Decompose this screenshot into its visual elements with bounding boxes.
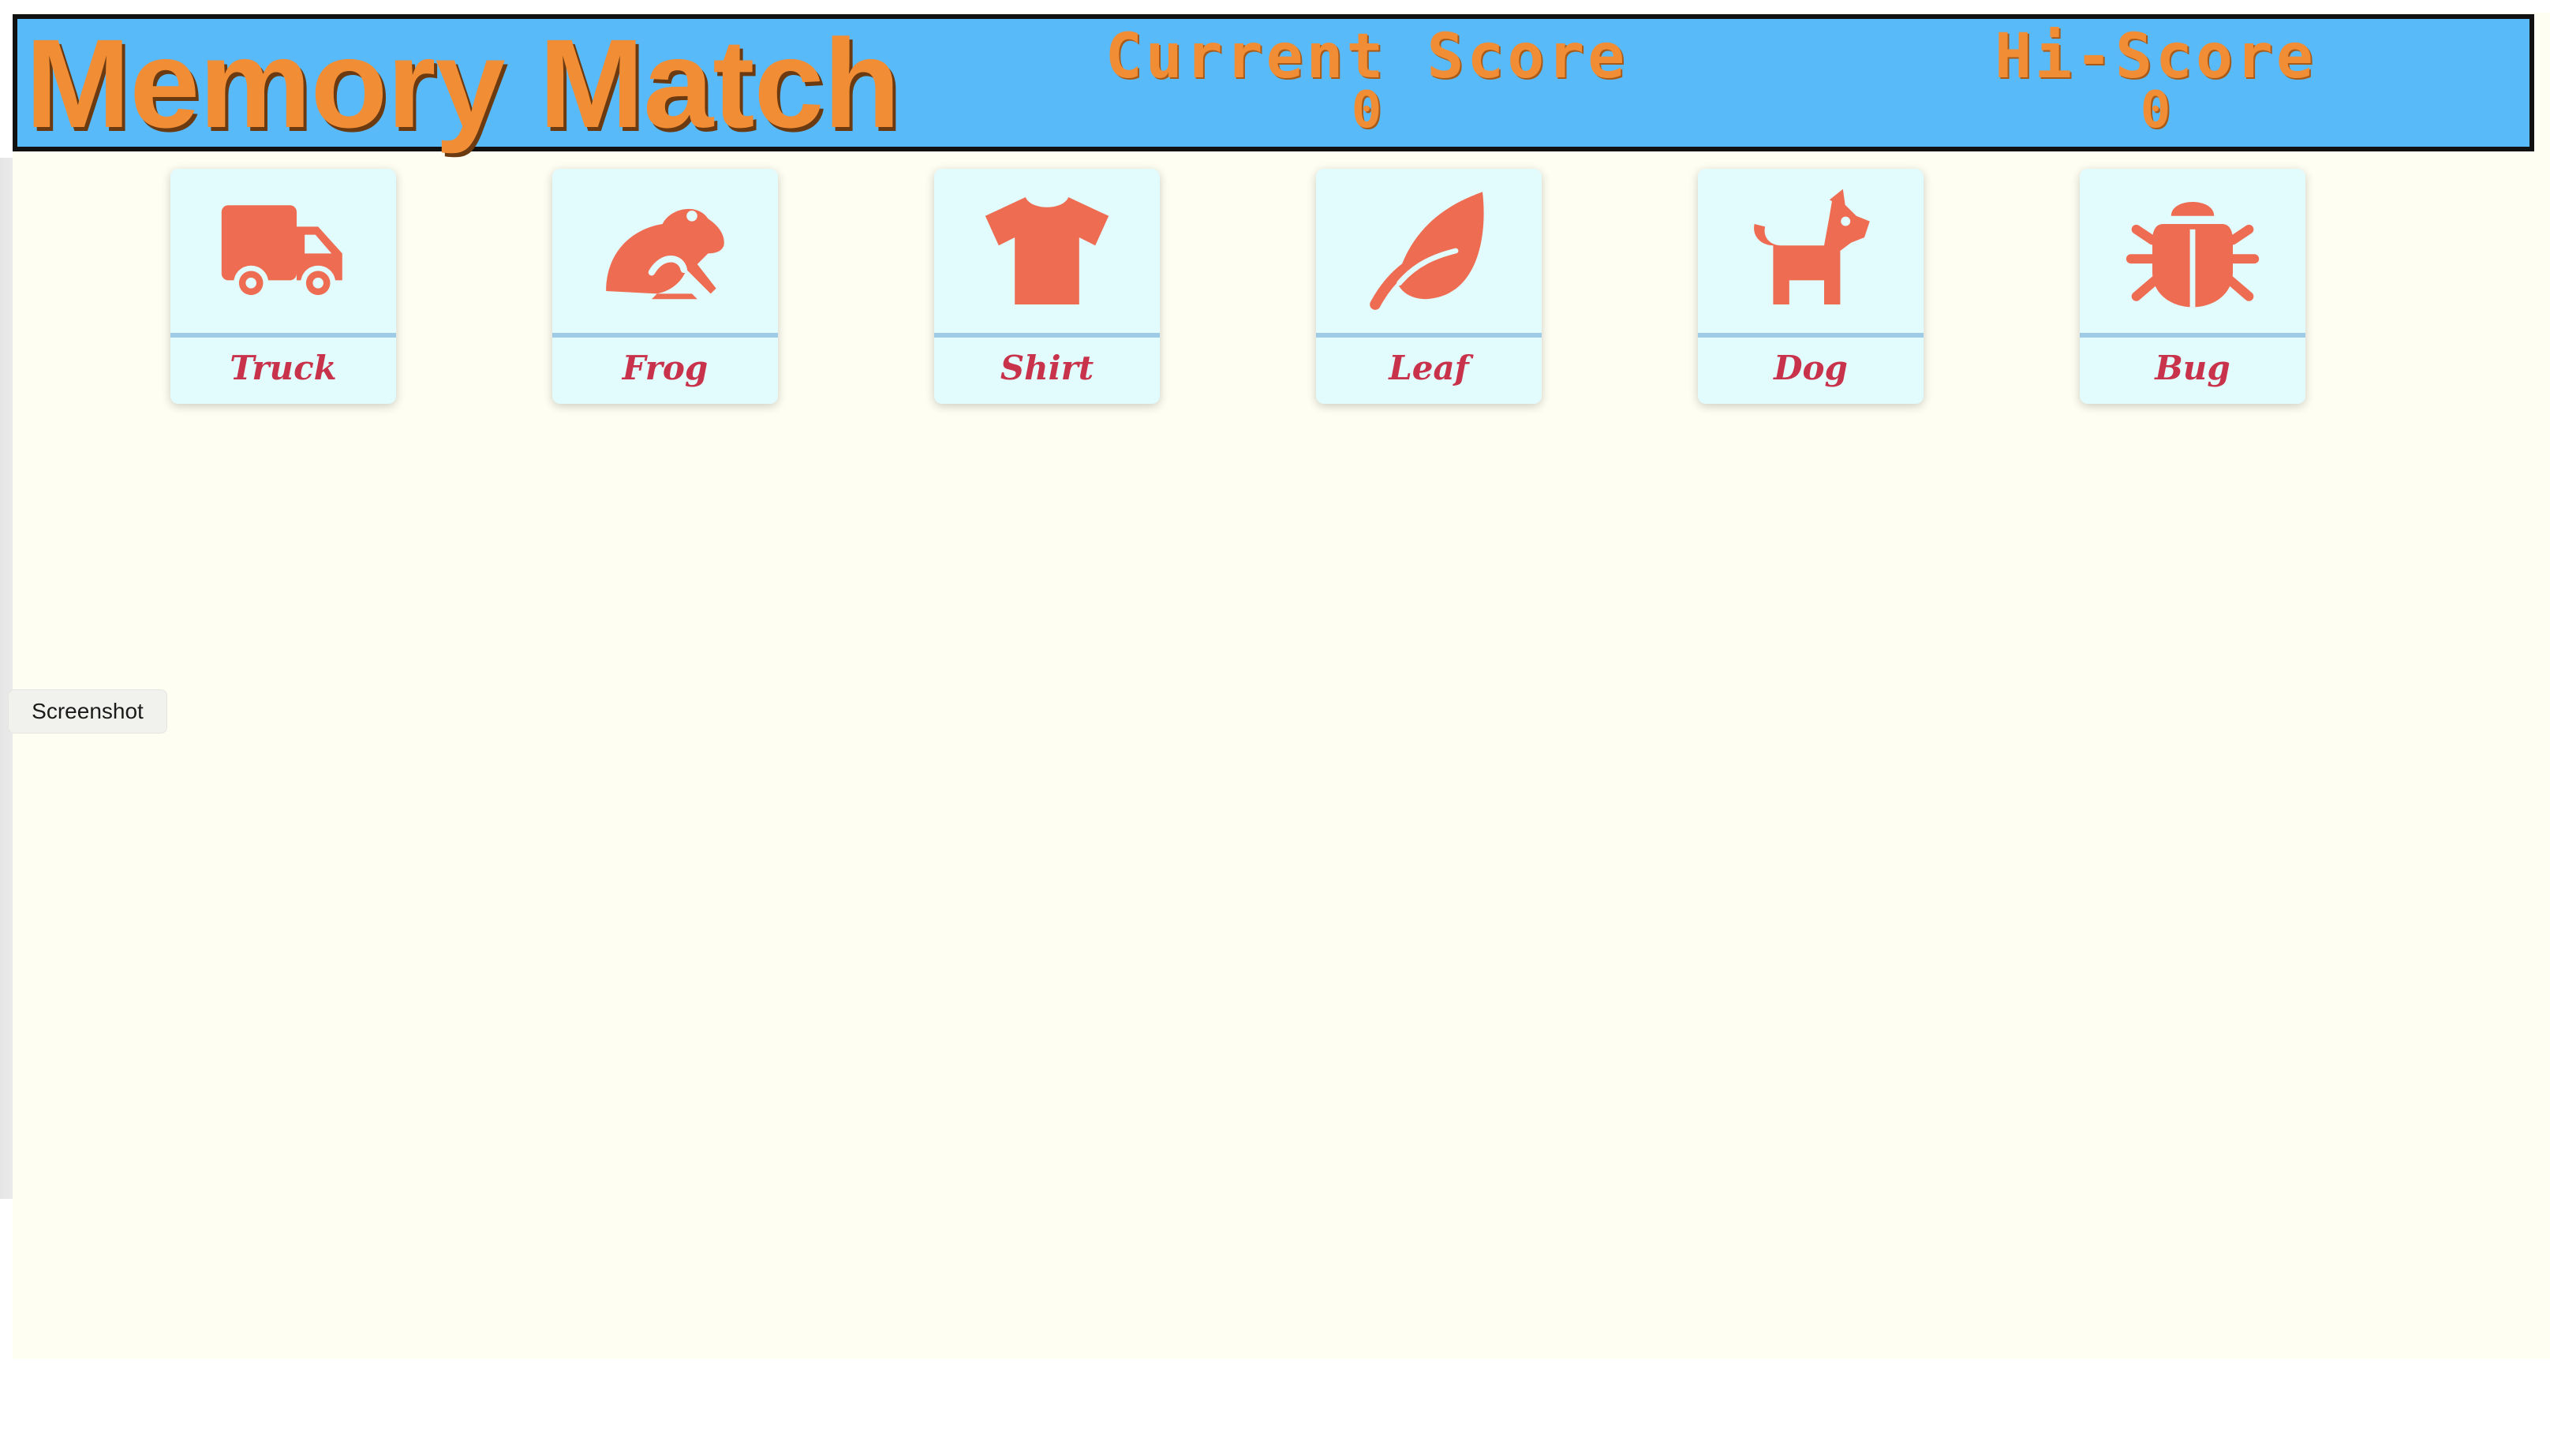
bug-icon (2080, 169, 2305, 333)
card-divider (934, 333, 1160, 338)
screenshot-button[interactable]: Screenshot (8, 689, 167, 734)
card-label: Frog (622, 349, 709, 387)
game-header: Memory Match Current Score 0 Hi-Score 0 (13, 14, 2534, 151)
current-score-label: Current Score (1105, 21, 1628, 92)
leaf-icon (1316, 169, 1542, 333)
card-dog[interactable]: Dog (1698, 169, 1924, 404)
hi-score: Hi-Score 0 (1840, 21, 2471, 140)
card-row: Truck Frog Shirt Leaf Dog Bug (0, 169, 2550, 405)
shirt-icon (934, 169, 1160, 333)
game-title: Memory Match (25, 13, 900, 154)
card-label: Leaf (1389, 349, 1469, 387)
card-frog[interactable]: Frog (552, 169, 778, 404)
card-divider (1316, 333, 1542, 338)
card-divider (2080, 333, 2305, 338)
card-shirt[interactable]: Shirt (934, 169, 1160, 404)
truck-icon (170, 169, 396, 333)
card-leaf[interactable]: Leaf (1316, 169, 1542, 404)
card-label: Truck (230, 349, 337, 387)
card-bug[interactable]: Bug (2080, 169, 2305, 404)
card-label: Dog (1774, 349, 1848, 387)
card-divider (552, 333, 778, 338)
card-label: Shirt (1000, 349, 1094, 387)
card-divider (1698, 333, 1924, 338)
hi-score-label: Hi-Score (1995, 21, 2316, 92)
current-score-value: 0 (1351, 81, 1382, 140)
card-divider (170, 333, 396, 338)
dog-icon (1698, 169, 1924, 333)
frog-icon (552, 169, 778, 333)
card-truck[interactable]: Truck (170, 169, 396, 404)
hi-score-value: 0 (2140, 81, 2171, 140)
card-label: Bug (2155, 349, 2230, 387)
current-score: Current Score 0 (1051, 21, 1682, 140)
